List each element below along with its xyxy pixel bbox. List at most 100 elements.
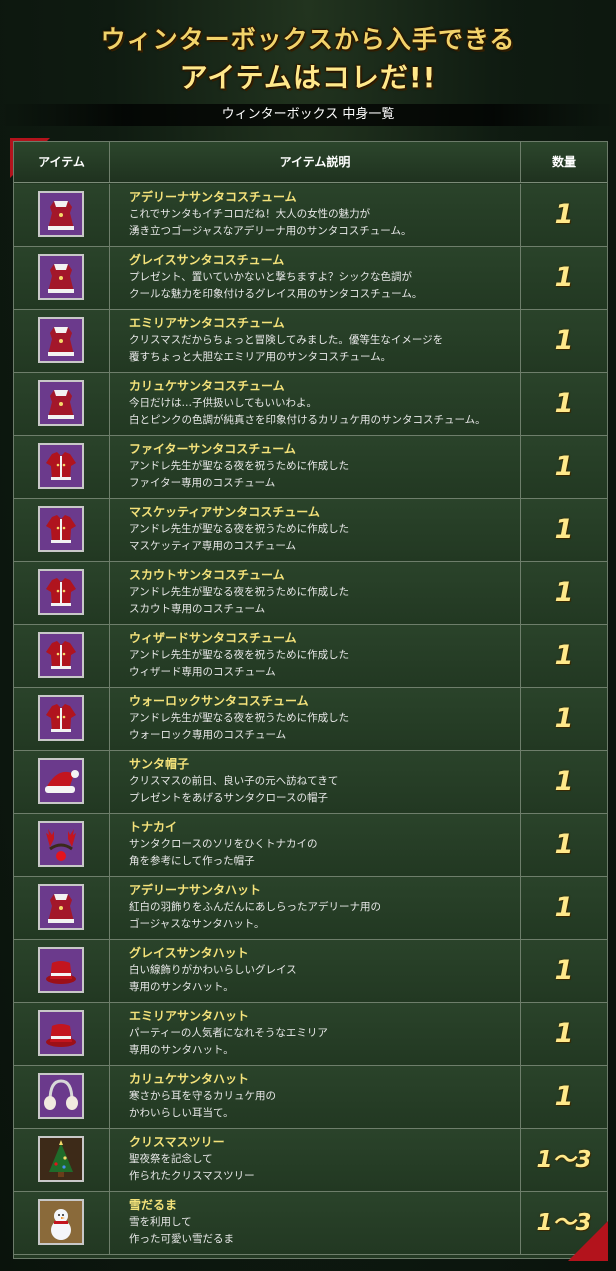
costume-icon — [38, 254, 84, 300]
item-quantity: 1 — [554, 577, 574, 608]
item-description-line-2: クールな魅力を印象付けるグレイス用のサンタコスチューム。 — [129, 288, 423, 300]
header-description: アイテム説明 — [279, 155, 351, 169]
table-row: エミリアサンタコスチューム クリスマスだからちょっと冒険してみました。優等生なイメ… — [14, 310, 607, 373]
item-description-line-1: パーティーの人気者になれそうなエミリア — [129, 1027, 328, 1039]
header-item: アイテム — [38, 155, 85, 169]
item-description-line-2: 白とピンクの色調が純真さを印象付けるカリュケ用のサンタコスチューム。 — [129, 414, 486, 426]
item-description-line-2: マスケッティア専用のコスチューム — [129, 540, 297, 552]
table-row: 雪だるま 雪を利用して 作った可愛い雪だるま 1〜3 — [14, 1192, 607, 1255]
item-quantity: 1 — [554, 262, 574, 293]
item-description-line-2: 覆すちょっと大胆なエミリア用のサンタコスチューム。 — [129, 351, 392, 363]
table-row: ウィザードサンタコスチュームアンドレ先生が聖なる夜を祝うために作成した ウィザード… — [14, 625, 607, 688]
costume-icon — [38, 317, 84, 363]
item-description-line-1: これでサンタもイチコロだね！大人の女性の魅力が — [129, 208, 371, 220]
item-description-line-1: アンドレ先生が聖なる夜を祝うために作成した — [129, 649, 350, 661]
item-name: カリュケサンタハット — [129, 1072, 250, 1086]
item-description-line-1: クリスマスだからちょっと冒険してみました。優等生なイメージを — [129, 334, 444, 346]
item-description-line-1: 今日だけは…子供扱いしてもいいわよ。 — [129, 397, 317, 409]
jacket-icon — [38, 632, 84, 678]
item-quantity: 1 — [554, 388, 574, 419]
item-quantity: 1 — [554, 829, 574, 860]
item-quantity: 1 — [554, 325, 574, 356]
item-description-line-2: プレゼントをあげるサンタクロースの帽子 — [129, 792, 328, 804]
item-quantity: 1 — [554, 1081, 574, 1112]
jacket-icon — [38, 695, 84, 741]
item-description-line-2: ゴージャスなサンタハット。 — [129, 918, 265, 930]
snowman-icon — [38, 1199, 84, 1245]
table-row: エミリアサンタハットパーティーの人気者になれそうなエミリア 専用のサンタハット。 1 — [14, 1003, 607, 1066]
item-name: トナカイ — [129, 820, 178, 834]
hat-icon — [38, 947, 84, 993]
title-line-1: ウィンターボックスから入手できる — [100, 25, 516, 54]
item-description-line-2: 作った可愛い雪だるま — [129, 1233, 234, 1245]
table-row: マスケッティアサンタコスチュームアンドレ先生が聖なる夜を祝うために作成した マスケ… — [14, 499, 607, 562]
item-quantity: 1 — [554, 955, 574, 986]
table-row: アデリーナサンタハット紅白の羽飾りをふんだんにあしらったアデリーナ用の ゴージャス… — [14, 877, 607, 940]
item-name: エミリアサンタハット — [129, 1009, 250, 1023]
table-row: クリスマスツリー 聖夜祭を記念して 作られたクリスマスツリー 1〜3 — [14, 1129, 607, 1192]
costume-icon — [38, 884, 84, 930]
table-row: カリュケサンタコスチューム今日だけは…子供扱いしてもいいわよ。白とピンクの色調が… — [14, 373, 607, 436]
costume-icon — [38, 380, 84, 426]
table-row: ウォーロックサンタコスチュームアンドレ先生が聖なる夜を祝うために作成した ウォーロ… — [14, 688, 607, 751]
item-table: アイテム アイテム説明 数量 アデリーナサンタコスチュームこれでサンタもイチコロ… — [13, 141, 608, 1259]
table-row: カリュケサンタハット 寒さから耳を守るカリュケ用の かわいらしい耳当て。 1 — [14, 1066, 607, 1129]
christmas-tree-icon — [38, 1136, 84, 1182]
item-quantity: 1 — [554, 703, 574, 734]
item-quantity: 1 — [554, 514, 574, 545]
item-quantity: 1 — [554, 1018, 574, 1049]
table-row: ファイターサンタコスチュームアンドレ先生が聖なる夜を祝うために作成した ファイター… — [14, 436, 607, 499]
item-description-line-1: プレゼント、置いていかないと撃ちますよ？シックな色調が — [129, 271, 412, 283]
table-row: アデリーナサンタコスチュームこれでサンタもイチコロだね！大人の女性の魅力が湧き立… — [14, 184, 607, 247]
item-description-line-2: 作られたクリスマスツリー — [129, 1170, 255, 1182]
page-title: ウィンターボックスから入手できる アイテムはコレだ!! — [0, 0, 616, 100]
jacket-icon — [38, 569, 84, 615]
item-description-line-1: 寒さから耳を守るカリュケ用の — [129, 1090, 276, 1102]
table-header: アイテム アイテム説明 数量 — [14, 142, 607, 183]
title-line-2: アイテムはコレだ!! — [179, 61, 437, 94]
earmuff-icon — [38, 1073, 84, 1119]
item-description-line-2: スカウト専用のコスチューム — [129, 603, 266, 615]
item-description-line-1: クリスマスの前日、良い子の元へ訪ねてきて — [129, 775, 339, 787]
item-quantity: 1 — [554, 640, 574, 671]
costume-icon — [38, 191, 84, 237]
item-description-line-2: 専用のサンタハット。 — [129, 981, 234, 993]
item-description-line-1: 紅白の羽飾りをふんだんにあしらったアデリーナ用の — [129, 901, 381, 913]
item-name: スカウトサンタコスチューム — [129, 568, 285, 582]
jacket-icon — [38, 443, 84, 489]
item-name: グレイスサンタコスチューム — [129, 253, 285, 267]
santa-hat-icon — [38, 758, 84, 804]
header-quantity: 数量 — [551, 155, 576, 169]
item-description-line-1: アンドレ先生が聖なる夜を祝うために作成した — [129, 460, 350, 472]
item-description-line-1: アンドレ先生が聖なる夜を祝うために作成した — [129, 523, 350, 535]
item-name: ファイターサンタコスチューム — [129, 442, 296, 456]
item-quantity: 1 — [554, 451, 574, 482]
table-row: トナカイサンタクロースのソリをひくトナカイの 角を参考にして作った帽子 1 — [14, 814, 607, 877]
item-quantity: 1〜3 — [536, 1147, 592, 1173]
jacket-icon — [38, 506, 84, 552]
item-name: カリュケサンタコスチューム — [129, 379, 285, 393]
item-name: マスケッティアサンタコスチューム — [129, 505, 320, 519]
table-row: グレイスサンタコスチュームプレゼント、置いていかないと撃ちますよ？シックな色調が… — [14, 247, 607, 310]
item-description-line-1: サンタクロースのソリをひくトナカイの — [129, 838, 318, 850]
item-description-line-2: ウォーロック専用のコスチューム — [129, 729, 287, 741]
item-description-line-2: 専用のサンタハット。 — [129, 1044, 234, 1056]
item-description-line-2: 湧き立つゴージャスなアデリーナ用のサンタコスチューム。 — [129, 225, 412, 237]
reindeer-icon — [38, 821, 84, 867]
item-description-line-1: アンドレ先生が聖なる夜を祝うために作成した — [129, 712, 350, 724]
item-name: ウィザードサンタコスチューム — [129, 631, 297, 645]
item-description-line-2: ウィザード専用のコスチューム — [129, 666, 276, 678]
item-description-line-1: 聖夜祭を記念して — [129, 1153, 213, 1165]
ribbon-corner-bottom-right — [568, 1221, 608, 1261]
item-description-line-2: 角を参考にして作った帽子 — [129, 855, 255, 867]
item-quantity: 1 — [554, 892, 574, 923]
item-name: ウォーロックサンタコスチューム — [129, 694, 309, 708]
item-name: アデリーナサンタコスチューム — [129, 190, 297, 204]
table-row: グレイスサンタハット 白い線飾りがかわいらしいグレイス 専用のサンタハット。 1 — [14, 940, 607, 1003]
item-description-line-2: ファイター専用のコスチューム — [129, 477, 276, 489]
item-name: アデリーナサンタハット — [129, 883, 262, 897]
item-description-line-1: 白い線飾りがかわいらしいグレイス — [129, 964, 297, 976]
item-description-line-1: アンドレ先生が聖なる夜を祝うために作成した — [129, 586, 350, 598]
hat-icon — [38, 1010, 84, 1056]
item-name: サンタ帽子 — [129, 757, 190, 771]
